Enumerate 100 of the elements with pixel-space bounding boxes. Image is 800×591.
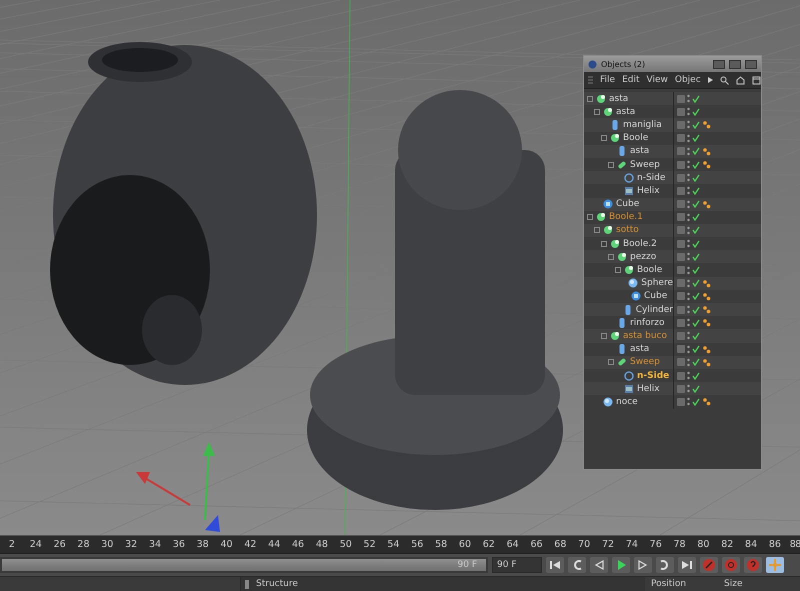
layer-square-icon[interactable] bbox=[677, 372, 685, 380]
expand-toggle[interactable] bbox=[601, 135, 607, 142]
boole-icon bbox=[609, 330, 621, 342]
tag-icon[interactable] bbox=[702, 344, 711, 354]
expand-toggle[interactable] bbox=[601, 332, 607, 339]
layer-square-icon[interactable] bbox=[677, 186, 685, 195]
layer-square-icon[interactable] bbox=[677, 240, 685, 248]
visibility-dots-icon[interactable] bbox=[687, 252, 690, 262]
visibility-dots-icon[interactable] bbox=[687, 305, 690, 314]
maximize-button[interactable] bbox=[729, 60, 741, 68]
menu-item[interactable]: File bbox=[600, 75, 616, 85]
object-name[interactable]: maniglia bbox=[623, 120, 662, 130]
menu-item[interactable]: Objec bbox=[674, 75, 701, 85]
key-selection-button[interactable] bbox=[744, 557, 762, 573]
go-to-start-button[interactable] bbox=[546, 557, 564, 573]
expand-toggle[interactable] bbox=[608, 359, 614, 366]
menu-item[interactable]: View bbox=[646, 75, 668, 85]
object-name[interactable]: Boole bbox=[623, 133, 648, 144]
tag-icon[interactable] bbox=[702, 278, 711, 288]
object-name[interactable]: Boole.2 bbox=[623, 238, 657, 249]
visibility-dots-icon[interactable] bbox=[687, 226, 690, 235]
object-name[interactable]: pezzo bbox=[630, 252, 656, 262]
visibility-dots-icon[interactable] bbox=[687, 371, 690, 380]
layer-square-icon[interactable] bbox=[677, 318, 685, 327]
object-name[interactable]: asta buco bbox=[623, 330, 667, 341]
tag-icon[interactable] bbox=[702, 358, 711, 367]
object-name[interactable]: sotto bbox=[616, 225, 639, 236]
object-name[interactable]: asta bbox=[616, 106, 636, 117]
object-name[interactable]: Boole bbox=[637, 265, 662, 276]
layer-square-icon[interactable] bbox=[677, 160, 685, 169]
layer-square-icon[interactable] bbox=[677, 108, 685, 116]
tag-icon[interactable] bbox=[702, 397, 711, 406]
visibility-dots-icon[interactable] bbox=[687, 200, 690, 209]
step-back-button[interactable] bbox=[590, 557, 608, 573]
minimize-button[interactable] bbox=[713, 60, 725, 68]
end-frame-field[interactable]: 90 F bbox=[492, 557, 542, 573]
visibility-dots-icon[interactable] bbox=[687, 186, 690, 196]
tag-icon[interactable] bbox=[702, 146, 711, 156]
loop-left-button[interactable] bbox=[568, 557, 586, 573]
visibility-dots-icon[interactable] bbox=[687, 292, 690, 301]
layer-square-icon[interactable] bbox=[677, 266, 685, 274]
visibility-dots-icon[interactable] bbox=[687, 134, 690, 143]
caret-icon[interactable] bbox=[708, 77, 713, 83]
menu-item[interactable]: Edit bbox=[622, 75, 640, 85]
expand-toggle[interactable] bbox=[615, 267, 621, 274]
object-name[interactable]: Helix bbox=[637, 186, 660, 196]
visibility-dots-icon[interactable] bbox=[687, 107, 690, 116]
visibility-dots-icon[interactable] bbox=[687, 384, 690, 394]
layer-square-icon[interactable] bbox=[677, 213, 685, 222]
object-name[interactable]: Sphere bbox=[641, 278, 673, 288]
object-name[interactable]: Cube bbox=[616, 199, 640, 210]
object-name[interactable]: rinforzo bbox=[630, 318, 665, 328]
tag-icon[interactable] bbox=[702, 120, 711, 130]
step-forward-button[interactable] bbox=[634, 557, 652, 573]
visibility-dots-icon[interactable] bbox=[687, 278, 690, 288]
visibility-dots-icon[interactable] bbox=[687, 318, 690, 328]
record-key-button[interactable] bbox=[700, 557, 718, 573]
visibility-dots-icon[interactable] bbox=[687, 94, 690, 104]
object-name[interactable]: Cylinder bbox=[636, 304, 673, 315]
visibility-dots-icon[interactable] bbox=[687, 331, 690, 340]
object-name[interactable]: n-Side bbox=[637, 370, 670, 381]
loop-right-button[interactable] bbox=[656, 557, 674, 573]
object-name[interactable]: n-Side bbox=[637, 172, 666, 183]
tab-label[interactable]: Structure bbox=[256, 579, 298, 589]
visibility-dots-icon[interactable] bbox=[687, 239, 690, 248]
visibility-dots-icon[interactable] bbox=[687, 212, 690, 222]
tag-icon[interactable] bbox=[702, 305, 711, 314]
object-name[interactable]: asta bbox=[630, 146, 650, 156]
visibility-dots-icon[interactable] bbox=[687, 160, 690, 170]
object-name[interactable]: asta bbox=[630, 344, 650, 354]
autokey-button[interactable] bbox=[722, 557, 740, 573]
visibility-dots-icon[interactable] bbox=[687, 358, 690, 367]
close-button[interactable] bbox=[745, 60, 757, 68]
layer-square-icon[interactable] bbox=[677, 345, 685, 354]
object-name[interactable]: asta bbox=[609, 94, 628, 104]
object-name[interactable]: Sweep bbox=[630, 357, 660, 368]
play-button[interactable] bbox=[612, 557, 630, 573]
go-to-end-button[interactable] bbox=[678, 557, 696, 573]
visibility-dots-icon[interactable] bbox=[687, 146, 690, 156]
search-icon[interactable] bbox=[720, 76, 729, 84]
object-name[interactable]: Sweep bbox=[630, 160, 660, 170]
visibility-dots-icon[interactable] bbox=[687, 397, 690, 406]
tag-icon[interactable] bbox=[702, 318, 711, 328]
object-name[interactable]: Helix bbox=[637, 384, 660, 394]
expand-toggle[interactable] bbox=[608, 162, 614, 168]
visibility-dots-icon[interactable] bbox=[687, 266, 690, 275]
layer-square-icon[interactable] bbox=[677, 134, 685, 142]
visibility-dots-icon[interactable] bbox=[687, 344, 690, 354]
layer-square-icon[interactable] bbox=[677, 398, 685, 406]
tag-icon[interactable] bbox=[702, 292, 711, 301]
panel-icon[interactable] bbox=[752, 76, 761, 84]
tag-icon[interactable] bbox=[702, 160, 711, 170]
object-name[interactable]: Cube bbox=[644, 291, 668, 302]
visibility-dots-icon[interactable] bbox=[687, 173, 690, 182]
layer-square-icon[interactable] bbox=[677, 292, 685, 300]
visibility-dots-icon[interactable] bbox=[687, 120, 690, 130]
object-name[interactable]: Boole.1 bbox=[609, 212, 643, 222]
object-name[interactable]: noce bbox=[616, 396, 638, 407]
home-icon[interactable] bbox=[736, 76, 745, 84]
tag-icon[interactable] bbox=[702, 200, 711, 209]
